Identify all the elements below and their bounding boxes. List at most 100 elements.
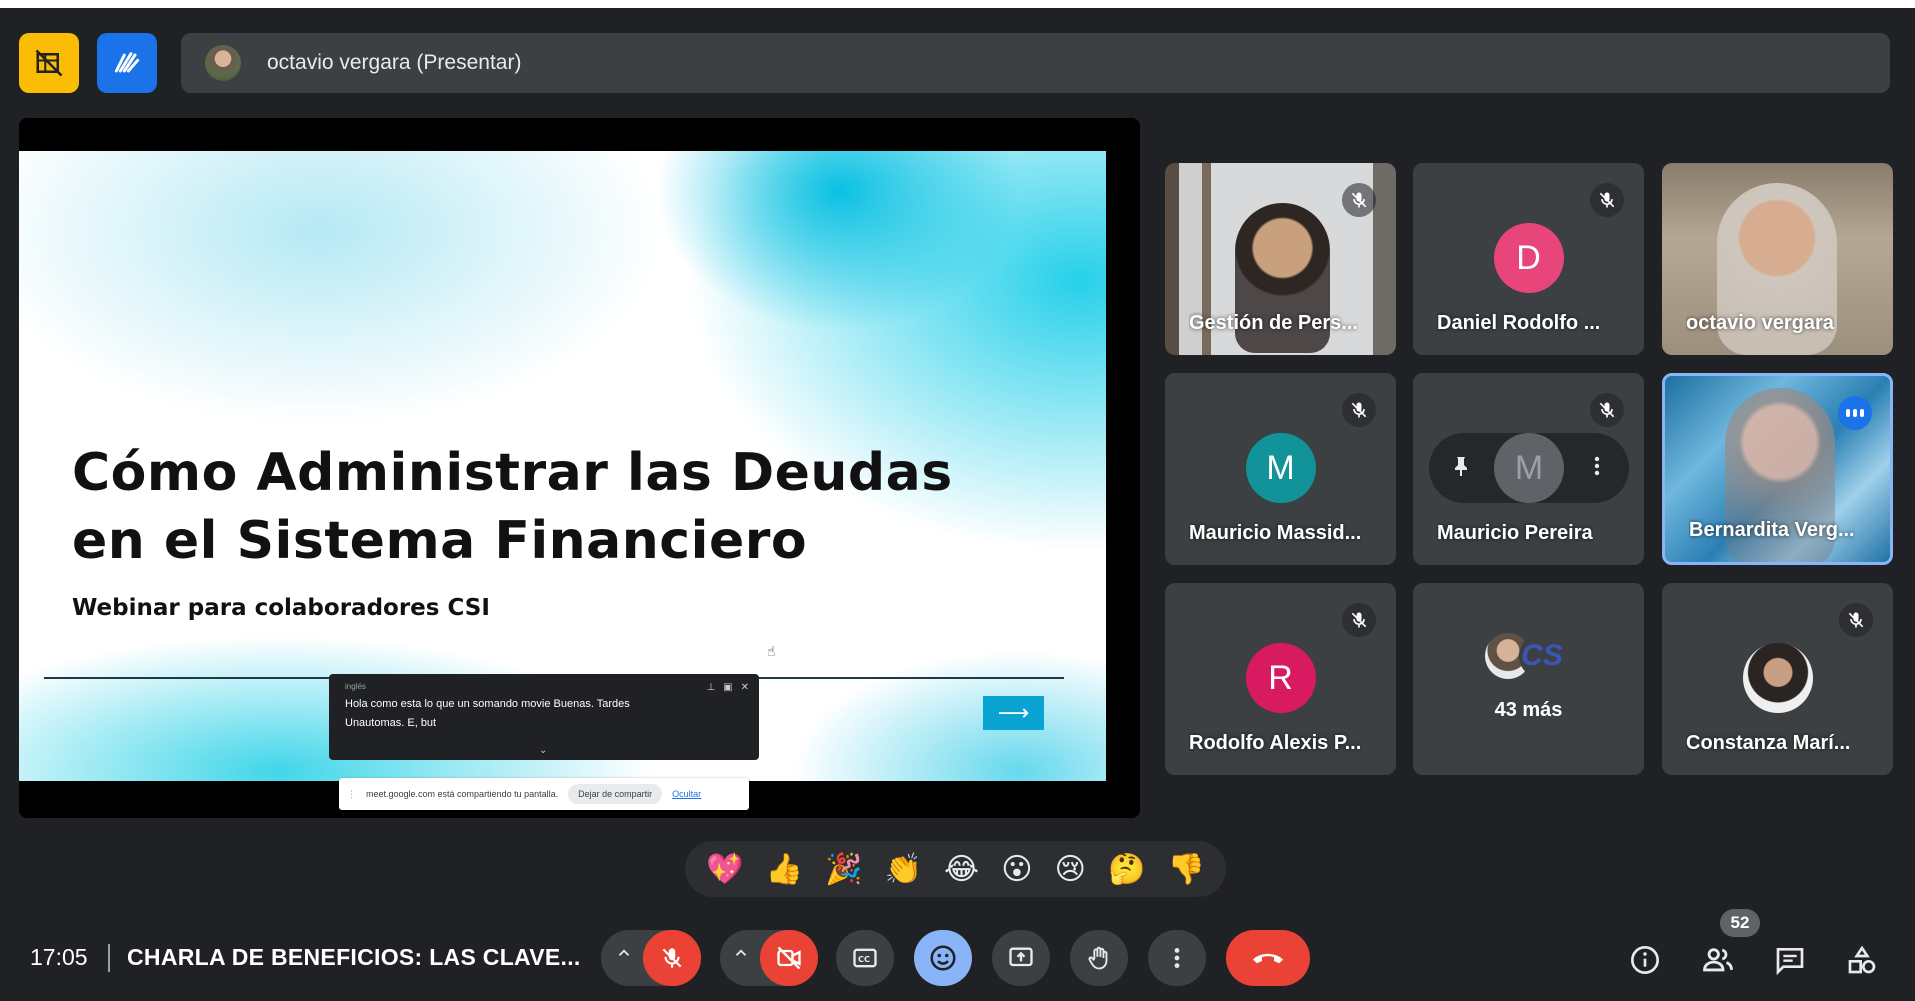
avatar: D bbox=[1493, 223, 1564, 293]
avatar bbox=[1742, 643, 1813, 713]
people-count-badge: 52 bbox=[1720, 909, 1760, 937]
mic-off-icon bbox=[1351, 612, 1367, 628]
share-message: meet.google.com está compartiendo tu pan… bbox=[366, 789, 559, 799]
microphone-button[interactable] bbox=[643, 930, 701, 986]
reactions-bar: 💖 👍 🎉 👏 😂 😮 😢 🤔 👎 bbox=[685, 841, 1226, 897]
presenter-bar[interactable]: octavio vergara (Presentar) bbox=[181, 33, 1890, 93]
mic-off-icon bbox=[1599, 192, 1615, 208]
caption-text: Hola como esta lo que un somando movie B… bbox=[345, 698, 630, 729]
captions-button[interactable]: CC bbox=[836, 930, 894, 986]
captions-panel: inglés Hola como esta lo que un somando … bbox=[329, 674, 759, 760]
avatar: M bbox=[1494, 433, 1564, 503]
reaction-sparkling-heart[interactable]: 💖 bbox=[706, 852, 743, 887]
reaction-party-popper[interactable]: 🎉 bbox=[825, 852, 862, 887]
people-icon bbox=[1703, 948, 1733, 972]
more-options-button[interactable] bbox=[1148, 930, 1206, 986]
close-icon: ✕ bbox=[740, 682, 749, 693]
mic-off-indicator bbox=[1342, 393, 1376, 427]
mic-off-indicator bbox=[1342, 183, 1376, 217]
hide-share-bar-link: Ocultar bbox=[672, 789, 702, 799]
more-participants-tile[interactable]: CS 43 más bbox=[1413, 583, 1644, 775]
raise-hand-icon bbox=[1088, 946, 1108, 970]
mic-off-icon bbox=[662, 948, 682, 968]
activities-button[interactable] bbox=[1842, 940, 1882, 980]
mic-off-icon bbox=[1351, 192, 1367, 208]
people-button[interactable] bbox=[1698, 940, 1738, 980]
pen-doodle-icon bbox=[114, 52, 140, 73]
participant-tile-speaking[interactable]: Bernardita Verg... bbox=[1662, 373, 1893, 565]
present-now-button[interactable] bbox=[992, 930, 1050, 986]
more-options-button[interactable] bbox=[1585, 454, 1609, 483]
participant-tile[interactable]: R Rodolfo Alexis P... bbox=[1165, 583, 1396, 775]
participant-tile[interactable]: M Mauricio Pereira bbox=[1413, 373, 1644, 565]
presenter-avatar bbox=[205, 45, 241, 81]
avatar: R bbox=[1245, 643, 1316, 713]
reaction-thumbs-down[interactable]: 👎 bbox=[1167, 852, 1204, 887]
participant-name: Bernardita Verg... bbox=[1689, 519, 1855, 541]
meeting-details-button[interactable] bbox=[1625, 940, 1665, 980]
camera-off-icon bbox=[777, 946, 801, 970]
participant-name: Daniel Rodolfo ... bbox=[1437, 312, 1601, 334]
mic-off-indicator bbox=[1590, 393, 1624, 427]
annotate-button[interactable] bbox=[97, 33, 157, 93]
mic-off-icon bbox=[1848, 612, 1864, 628]
reaction-thumbs-up[interactable]: 👍 bbox=[766, 852, 803, 887]
participant-tile[interactable]: D Daniel Rodolfo ... bbox=[1413, 163, 1644, 355]
meeting-title: CHARLA DE BENEFICIOS: LAS CLAVE... bbox=[127, 944, 581, 970]
slide-title-line-2: en el Sistema Financiero bbox=[72, 511, 808, 571]
screen-share-bar: ⋮ meet.google.com está compartiendo tu p… bbox=[339, 778, 749, 810]
reaction-thinking[interactable]: 🤔 bbox=[1108, 852, 1145, 887]
participant-name: octavio vergara bbox=[1686, 312, 1834, 334]
reaction-clapping[interactable]: 👏 bbox=[885, 852, 922, 887]
info-icon bbox=[1631, 946, 1659, 974]
raise-hand-button[interactable] bbox=[1070, 930, 1128, 986]
presenter-label: octavio vergara (Presentar) bbox=[267, 51, 522, 74]
video-options-button[interactable] bbox=[732, 944, 750, 967]
activities-icon bbox=[1848, 945, 1876, 974]
shared-screen[interactable]: Cómo Administrar las Deudas en el Sistem… bbox=[19, 118, 1140, 818]
mic-off-icon bbox=[1351, 402, 1367, 418]
audio-options-button[interactable] bbox=[615, 944, 633, 967]
chat-icon bbox=[1776, 948, 1804, 976]
hide-tiles-button[interactable] bbox=[19, 33, 79, 93]
reaction-surprised[interactable]: 😮 bbox=[1001, 852, 1032, 887]
stop-sharing-button: Dejar de compartir bbox=[568, 784, 663, 804]
avatar: M bbox=[1245, 433, 1316, 503]
participant-tile[interactable]: Gestión de Pers... bbox=[1165, 163, 1396, 355]
svg-text:CC: CC bbox=[858, 954, 870, 964]
leave-call-button[interactable] bbox=[1226, 930, 1310, 986]
hang-up-icon bbox=[1253, 953, 1283, 964]
participant-name: Constanza Marí... bbox=[1686, 732, 1851, 754]
presentation-slide: Cómo Administrar las Deudas en el Sistem… bbox=[19, 151, 1106, 781]
emoji-reactions-button[interactable] bbox=[914, 930, 972, 986]
pin-icon: ⊥ bbox=[706, 682, 716, 693]
participant-tile[interactable]: M Mauricio Massid... bbox=[1165, 373, 1396, 565]
participant-name: Rodolfo Alexis P... bbox=[1189, 732, 1362, 754]
meeting-time: 17:05 bbox=[30, 944, 88, 970]
chat-button[interactable] bbox=[1770, 940, 1810, 980]
speaking-indicator-icon bbox=[1838, 396, 1872, 430]
avatar: CS bbox=[1519, 633, 1565, 679]
pin-button[interactable] bbox=[1449, 454, 1473, 483]
caption-controls: ⊥ ▣ ✕ bbox=[706, 682, 749, 693]
divider bbox=[108, 944, 110, 972]
slide-title-line-1: Cómo Administrar las Deudas bbox=[72, 443, 953, 503]
caption-language: inglés bbox=[345, 682, 366, 691]
no-video-grid-icon bbox=[35, 49, 63, 77]
more-participants-label: 43 más bbox=[1494, 699, 1563, 721]
camera-button[interactable] bbox=[760, 930, 818, 986]
chevron-up-icon bbox=[735, 949, 747, 956]
participant-tile[interactable]: octavio vergara bbox=[1662, 163, 1893, 355]
reaction-laughing[interactable]: 😂 bbox=[944, 852, 979, 887]
mic-off-indicator bbox=[1839, 603, 1873, 637]
participant-name: Mauricio Massid... bbox=[1189, 522, 1362, 544]
more-vert-icon bbox=[1174, 948, 1180, 968]
drag-handle-icon: ⋮ bbox=[347, 788, 356, 799]
mic-off-indicator bbox=[1590, 183, 1624, 217]
participant-tile[interactable]: Constanza Marí... bbox=[1662, 583, 1893, 775]
reaction-crying[interactable]: 😢 bbox=[1055, 852, 1086, 887]
slide-arrow-icon: ⟶ bbox=[983, 696, 1044, 730]
more-vert-icon bbox=[1594, 456, 1600, 475]
mic-off-icon bbox=[1599, 402, 1615, 418]
present-screen-icon bbox=[1009, 947, 1033, 967]
